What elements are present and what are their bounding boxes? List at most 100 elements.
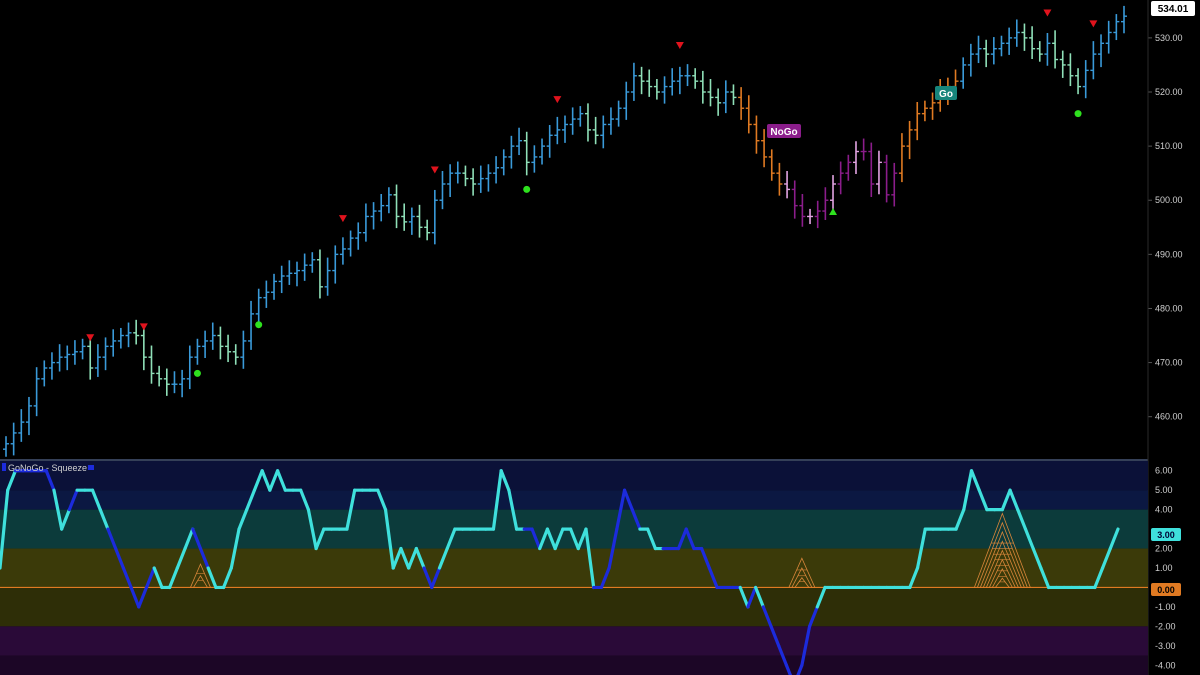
last-price-badge: 534.01 — [1151, 1, 1195, 16]
go-label: Go — [939, 89, 953, 100]
price-bar — [271, 273, 278, 300]
price-bar — [860, 138, 867, 161]
price-bar — [791, 180, 798, 219]
price-bar — [807, 208, 814, 225]
price-bar — [600, 115, 607, 149]
trend-continuation-dot — [1074, 110, 1082, 118]
price-bar — [1044, 33, 1051, 66]
price-bar — [102, 337, 109, 371]
price-bar — [630, 62, 637, 101]
price-bar — [370, 202, 377, 230]
trend-continuation-dot — [255, 321, 263, 329]
price-bar — [653, 79, 660, 100]
price-bar — [447, 164, 454, 197]
trend-down-marker — [1043, 9, 1052, 17]
price-bar — [592, 116, 599, 145]
price-bar — [898, 133, 905, 183]
price-bar — [385, 187, 392, 214]
price-bar — [852, 141, 859, 174]
price-bar — [416, 204, 423, 238]
price-bar — [339, 237, 346, 265]
price-bar — [225, 334, 232, 363]
price-bar — [355, 222, 362, 250]
price-bar — [1105, 20, 1112, 54]
price-bar — [623, 81, 630, 120]
price-bar — [539, 138, 546, 165]
price-bar — [362, 203, 369, 242]
oscillator-tick-label: 1.00 — [1155, 563, 1173, 573]
price-bar — [830, 175, 837, 214]
price-bar — [485, 164, 492, 192]
price-bar — [477, 165, 484, 193]
price-bar — [661, 76, 668, 104]
price-bar — [676, 66, 683, 95]
price-bar — [316, 249, 323, 299]
price-bar — [79, 338, 86, 360]
price-bar — [837, 161, 844, 195]
price-bar — [33, 367, 40, 417]
oscillator-tick-label: 5.00 — [1155, 485, 1173, 495]
price-bar — [1121, 5, 1127, 34]
price-bar — [990, 37, 997, 65]
price-bar — [531, 145, 538, 173]
price-bar — [424, 219, 431, 241]
price-bar — [71, 340, 78, 365]
price-bar — [914, 102, 921, 141]
price-bar — [408, 207, 415, 235]
price-tick-label: 520.00 — [1155, 87, 1183, 97]
price-bar — [133, 319, 140, 345]
price-bar — [500, 149, 507, 176]
price-bar — [692, 68, 699, 89]
price-bar — [232, 344, 239, 365]
price-bar — [508, 135, 515, 169]
price-bar — [906, 120, 913, 160]
price-bar — [110, 329, 117, 357]
price-bar — [738, 87, 745, 120]
oscillator-axis: 6.00 5.00 4.00 2.00 1.00 -1.00 -2.00 -3.00 -4.00 — [1155, 466, 1176, 671]
price-bar — [868, 142, 875, 197]
price-bar — [615, 100, 622, 127]
price-bar — [64, 345, 71, 371]
price-bar — [584, 103, 591, 142]
price-bar — [493, 156, 500, 184]
price-bar — [638, 66, 645, 95]
price-bar — [462, 165, 469, 187]
price-bar — [1067, 53, 1074, 87]
oscillator-tick-label: 6.00 — [1155, 466, 1173, 476]
oscillator-band — [0, 587, 1148, 627]
price-bar — [378, 194, 385, 222]
price-bar — [1013, 19, 1020, 47]
price-bar — [967, 43, 974, 77]
zero-badge: 0.00 — [1151, 583, 1181, 596]
oscillator-band — [0, 490, 1148, 510]
price-bar — [845, 154, 852, 181]
oscillator-legend: GoNoGo - Squeeze — [2, 463, 94, 473]
price-bar — [286, 260, 293, 285]
price-bar — [194, 338, 201, 365]
price-bar — [1075, 68, 1082, 95]
price-bar — [875, 150, 882, 195]
price-bar — [814, 200, 821, 229]
price-bar — [401, 203, 408, 231]
go-tag: Go — [935, 86, 957, 100]
price-bar — [776, 162, 783, 196]
zero-value-label: 0.00 — [1157, 585, 1175, 595]
trend-down-marker — [1089, 20, 1098, 28]
oscillator-value-badge: 3.00 — [1151, 528, 1181, 541]
price-bar — [454, 161, 461, 184]
price-bar — [48, 352, 55, 380]
price-bar — [891, 162, 898, 207]
nogo-label: NoGo — [770, 127, 797, 138]
price-bar — [263, 280, 270, 308]
price-bar — [156, 365, 163, 387]
oscillator-tick-label: -1.00 — [1155, 602, 1176, 612]
price-bar — [883, 154, 890, 203]
price-bar — [607, 107, 614, 135]
price-bar — [171, 371, 178, 394]
chart-canvas[interactable]: 460.00 470.00 480.00 490.00 500.00 510.00 520.… — [0, 0, 1200, 675]
price-bar — [393, 184, 400, 229]
price-bar — [1052, 30, 1059, 69]
price-bar — [56, 344, 63, 372]
price-bar — [1098, 34, 1105, 68]
price-bar — [1006, 27, 1013, 55]
